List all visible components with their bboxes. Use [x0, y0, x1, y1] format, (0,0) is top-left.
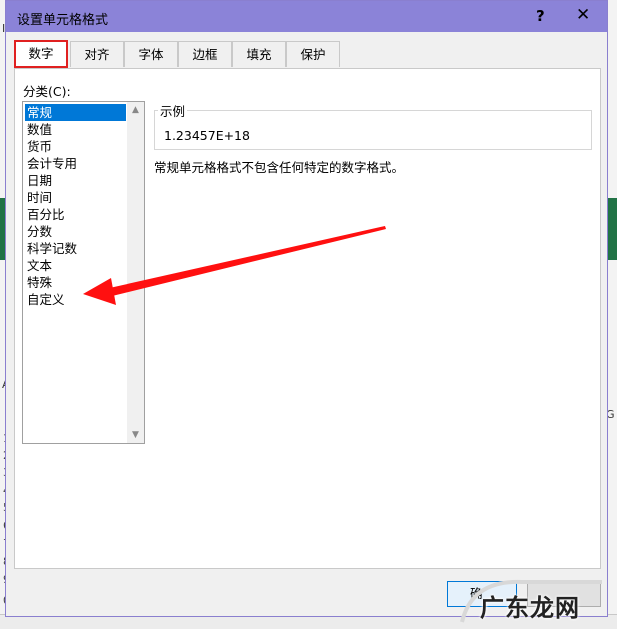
watermark-text: 广东龙网: [480, 594, 580, 622]
watermark-logo: 广东龙网: [452, 572, 617, 628]
arrow-head: [83, 278, 116, 305]
arrow-shaft: [105, 226, 386, 297]
annotation-arrow-icon: [83, 226, 386, 305]
